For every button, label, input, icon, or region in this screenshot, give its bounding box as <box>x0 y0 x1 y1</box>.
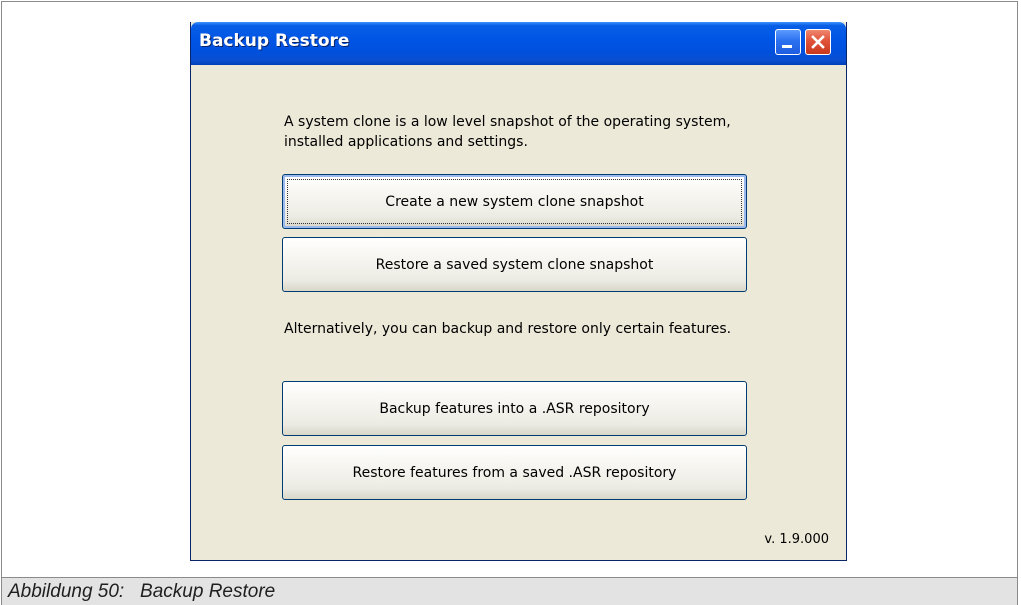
backup-features-label: Backup features into a .ASR repository <box>379 400 650 417</box>
restore-snapshot-button[interactable]: Restore a saved system clone snapshot <box>282 237 747 292</box>
minimize-icon <box>782 45 792 48</box>
intro-text: A system clone is a low level snapshot o… <box>284 114 731 150</box>
figure-caption-bar: Abbildung 50: Backup Restore <box>1 578 1018 605</box>
restore-snapshot-label: Restore a saved system clone snapshot <box>375 256 654 273</box>
window-title: Backup Restore <box>199 31 350 51</box>
backup-features-button[interactable]: Backup features into a .ASR repository <box>282 381 747 436</box>
figure-caption: Abbildung 50: Backup Restore <box>8 581 276 602</box>
close-button[interactable] <box>805 29 831 55</box>
create-snapshot-label: Create a new system clone snapshot <box>385 193 644 210</box>
minimize-button[interactable] <box>775 29 801 55</box>
restore-features-label: Restore features from a saved .ASR repos… <box>352 464 677 481</box>
version-label: v. 1.9.000 <box>764 532 829 547</box>
backup-restore-window: Backup Restore A system clone is a low l… <box>190 22 847 561</box>
alternative-text: Alternatively, you can backup and restor… <box>284 321 732 337</box>
restore-features-button[interactable]: Restore features from a saved .ASR repos… <box>282 445 747 500</box>
window-content: A system clone is a low level snapshot o… <box>191 65 846 560</box>
window-titlebar[interactable]: Backup Restore <box>191 22 846 65</box>
close-icon <box>811 35 825 49</box>
create-snapshot-button[interactable]: Create a new system clone snapshot <box>282 174 747 229</box>
